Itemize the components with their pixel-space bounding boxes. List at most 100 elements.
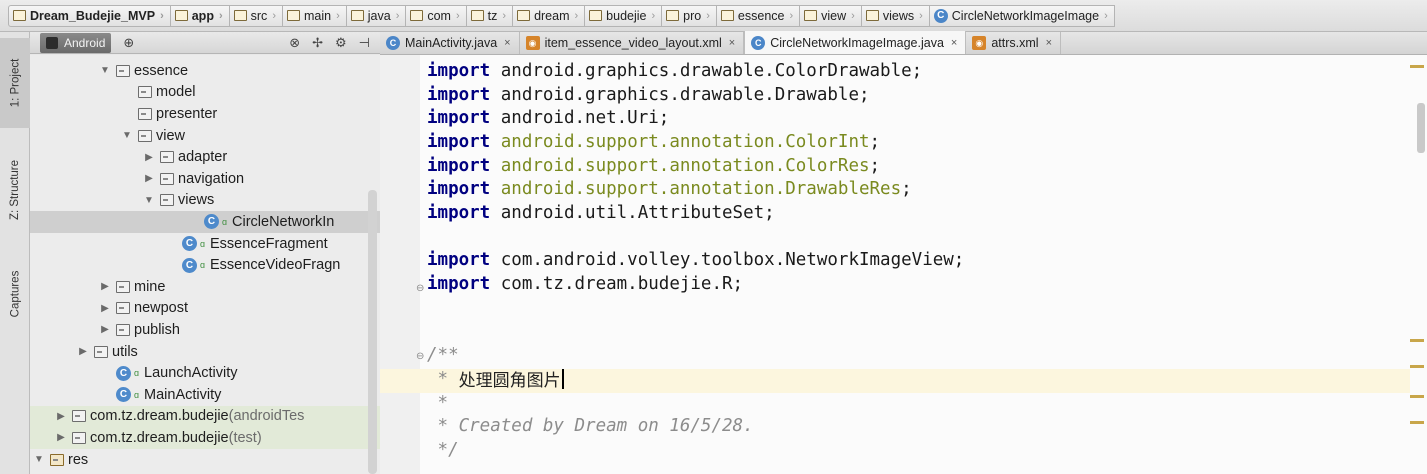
code-line: import android.support.annotation.ColorI…: [427, 130, 880, 154]
collapsed-arrow-icon[interactable]: ▶: [98, 281, 112, 292]
tool-window-tab-project[interactable]: 1: Project: [0, 38, 30, 128]
code-text: com.android.volley.toolbox.NetworkImageV…: [490, 250, 965, 271]
editor-tab[interactable]: C CircleNetworkImageImage.java ×: [744, 31, 967, 54]
tree-item[interactable]: ▼ view: [30, 125, 380, 147]
tool-window-tab-structure-label: Z: Structure: [9, 159, 22, 221]
tree-item-label: model: [156, 84, 196, 101]
tree-item[interactable]: ▶ mine: [30, 276, 380, 298]
breadcrumb-item[interactable]: Dream_Budejie_MVP ›: [8, 4, 171, 27]
code-line: import android.util.AttributeSet;: [427, 201, 775, 225]
error-stripe-marker[interactable]: [1410, 365, 1424, 368]
expanded-arrow-icon[interactable]: ▼: [98, 65, 112, 76]
close-tab-icon[interactable]: ×: [1046, 37, 1052, 49]
error-stripe-marker[interactable]: [1410, 421, 1424, 424]
tool-window-tab-structure[interactable]: Z: Structure: [0, 142, 30, 238]
tree-item[interactable]: ▶ utils: [30, 341, 380, 363]
error-stripe-marker[interactable]: [1410, 339, 1424, 342]
editor-scrollbar-thumb[interactable]: [1417, 103, 1425, 153]
editor-tab[interactable]: ◉ attrs.xml ×: [966, 32, 1062, 54]
tree-item-label: CircleNetworkIn: [232, 213, 335, 230]
tree-item[interactable]: ▼ views: [30, 190, 380, 212]
breadcrumb-item-label: pro: [683, 8, 702, 23]
error-stripe-marker[interactable]: [1410, 65, 1424, 68]
tree-item[interactable]: ▶ com.tz.dream.budejie (androidTes: [30, 405, 380, 428]
code-line: import android.graphics.drawable.Drawabl…: [427, 83, 870, 107]
project-view-selector[interactable]: Android: [40, 32, 112, 53]
breadcrumb-item-label: com: [427, 8, 451, 23]
close-tab-icon[interactable]: ×: [504, 37, 510, 49]
breadcrumb-item[interactable]: app ›: [170, 4, 230, 27]
breadcrumb-item[interactable]: src ›: [229, 4, 283, 27]
text-caret: [561, 368, 564, 389]
code-editor[interactable]: ⊖ ⊖ import android.graphics.drawable.Col…: [380, 55, 1427, 474]
tree-item[interactable]: ▶ com.tz.dream.budejie (test): [30, 427, 380, 449]
breadcrumb-item[interactable]: com ›: [406, 4, 467, 27]
tree-item[interactable]: ▶ newpost: [30, 298, 380, 320]
tree-item[interactable]: ▼ essence: [30, 60, 380, 82]
code-line: import com.android.volley.toolbox.Networ…: [427, 249, 964, 273]
breadcrumb-item[interactable]: essence ›: [716, 4, 801, 27]
code-text: android.support.annotation.DrawableRes: [500, 179, 902, 200]
breadcrumb-item[interactable]: C CircleNetworkImageImage ›: [929, 4, 1115, 27]
fold-icon[interactable]: ⊖: [416, 351, 426, 362]
collapsed-arrow-icon[interactable]: ▶: [76, 346, 90, 357]
settings-gear-icon[interactable]: ⚙: [335, 35, 347, 51]
breadcrumb-item[interactable]: main ›: [282, 4, 347, 27]
error-stripe-marker[interactable]: [1410, 395, 1424, 398]
tree-item[interactable]: Cɑ MainActivity: [30, 384, 380, 406]
tree-item-label: utils: [112, 343, 138, 360]
tree-item-label: res: [68, 451, 89, 468]
sync-icon[interactable]: ⊗: [289, 35, 300, 51]
scroll-from-source-icon[interactable]: ⊕: [123, 35, 134, 51]
expanded-arrow-icon[interactable]: ▼: [142, 195, 156, 206]
hide-panel-icon[interactable]: ⊣: [359, 35, 370, 51]
java-class-icon: C: [751, 35, 766, 50]
tree-item[interactable]: ▶ publish: [30, 319, 380, 341]
tree-item[interactable]: Cɑ EssenceFragment: [30, 233, 380, 255]
collapsed-arrow-icon[interactable]: ▶: [54, 411, 68, 422]
breadcrumb-item[interactable]: dream ›: [513, 4, 586, 27]
collapsed-arrow-icon[interactable]: ▶: [142, 173, 156, 184]
breadcrumb-separator-icon: ›: [336, 9, 340, 22]
project-tree: ▼ essence model presenter ▼ view ▶ adapter ▶ navi…: [30, 55, 380, 474]
package-icon: [116, 302, 130, 315]
tree-item[interactable]: Cɑ EssenceVideoFragn: [30, 254, 380, 276]
package-icon: [410, 10, 424, 21]
code-text: android.util.AttributeSet;: [490, 203, 775, 224]
tree-item[interactable]: ▶ adapter: [30, 146, 380, 168]
breadcrumb-item[interactable]: pro ›: [662, 4, 717, 27]
breadcrumb-item[interactable]: view ›: [800, 4, 862, 27]
code-line: import android.support.annotation.ColorR…: [427, 154, 880, 178]
package-icon: [94, 345, 108, 358]
fold-icon[interactable]: ⊖: [416, 283, 426, 294]
editor-tab[interactable]: C MainActivity.java ×: [380, 32, 520, 54]
tree-item[interactable]: presenter: [30, 103, 380, 125]
collapsed-arrow-icon[interactable]: ▶: [98, 324, 112, 335]
breadcrumb-item[interactable]: views ›: [861, 4, 930, 27]
editor-tab[interactable]: ◉ item_essence_video_layout.xml ×: [520, 32, 745, 54]
collapse-icon[interactable]: ✢: [312, 35, 323, 51]
breadcrumb-item[interactable]: budejie ›: [585, 4, 663, 27]
tree-item[interactable]: Cɑ CircleNetworkIn: [30, 211, 380, 233]
code-keyword: import: [427, 131, 491, 152]
tree-item[interactable]: model: [30, 82, 380, 104]
breadcrumb-item[interactable]: java ›: [346, 4, 407, 27]
tree-item[interactable]: ▼ res: [30, 449, 380, 471]
breadcrumb-item-label: CircleNetworkImageImage: [951, 8, 1100, 23]
breadcrumb-item[interactable]: tz ›: [466, 4, 514, 27]
tree-item[interactable]: ▶ navigation: [30, 168, 380, 190]
tree-item[interactable]: Cɑ LaunchActivity: [30, 362, 380, 384]
code-text: android.support.annotation.ColorInt: [500, 131, 870, 152]
expanded-arrow-icon[interactable]: ▼: [120, 130, 134, 141]
collapsed-arrow-icon[interactable]: ▶: [98, 303, 112, 314]
project-scrollbar-thumb[interactable]: [368, 190, 377, 474]
access-modifier-icon: ɑ: [200, 238, 206, 249]
collapsed-arrow-icon[interactable]: ▶: [142, 152, 156, 163]
package-icon: [804, 10, 818, 21]
close-tab-icon[interactable]: ×: [729, 37, 735, 49]
tool-window-tab-captures[interactable]: Captures: [0, 254, 30, 334]
close-tab-icon[interactable]: ×: [951, 37, 957, 49]
code-comment: *: [427, 368, 459, 389]
expanded-arrow-icon[interactable]: ▼: [32, 454, 46, 465]
collapsed-arrow-icon[interactable]: ▶: [54, 432, 68, 443]
